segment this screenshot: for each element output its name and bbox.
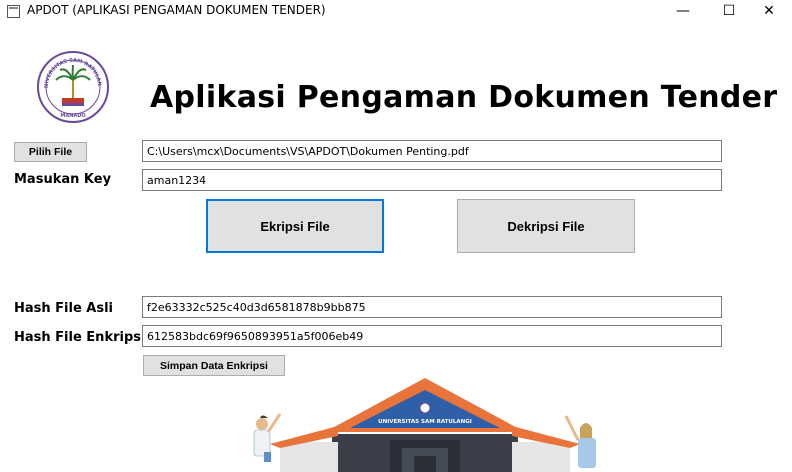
svg-text:MANADO: MANADO [60, 113, 85, 119]
title-bar: APDOT (APLIKASI PENGAMAN DOKUMEN TENDER)… [0, 0, 792, 22]
key-label: Masukan Key [14, 172, 112, 187]
decrypt-file-button[interactable]: Dekripsi File [457, 199, 635, 253]
app-icon [7, 5, 20, 18]
window-title: APDOT (APLIKASI PENGAMAN DOKUMEN TENDER) [27, 3, 326, 17]
hash-encrypted-input[interactable] [142, 325, 722, 347]
minimize-button[interactable]: — [660, 0, 706, 22]
hash-original-label: Hash File Asli [14, 301, 114, 316]
person-left-icon [253, 413, 282, 462]
pick-file-button[interactable]: Pilih File [14, 142, 87, 162]
campus-illustration: UNIVERSITAS SAM RATULANGI [253, 378, 596, 472]
hash-original-input[interactable] [142, 296, 722, 318]
page-title: Aplikasi Pengaman Dokumen Tender [150, 80, 778, 115]
save-encryption-button[interactable]: Simpan Data Enkripsi [143, 355, 285, 376]
key-input[interactable] [142, 169, 722, 191]
encrypt-file-button[interactable]: Ekripsi File [206, 199, 384, 253]
svg-text:UNIVERSITAS SAM RATULANGI: UNIVERSITAS SAM RATULANGI [378, 419, 472, 425]
university-logo: UNIVERSITAS SAM RATULANGI MANADO [36, 50, 109, 123]
file-path-input[interactable] [142, 140, 722, 162]
hash-encrypted-label: Hash File Enkripsi [14, 330, 146, 345]
close-button[interactable]: ✕ [746, 0, 792, 22]
